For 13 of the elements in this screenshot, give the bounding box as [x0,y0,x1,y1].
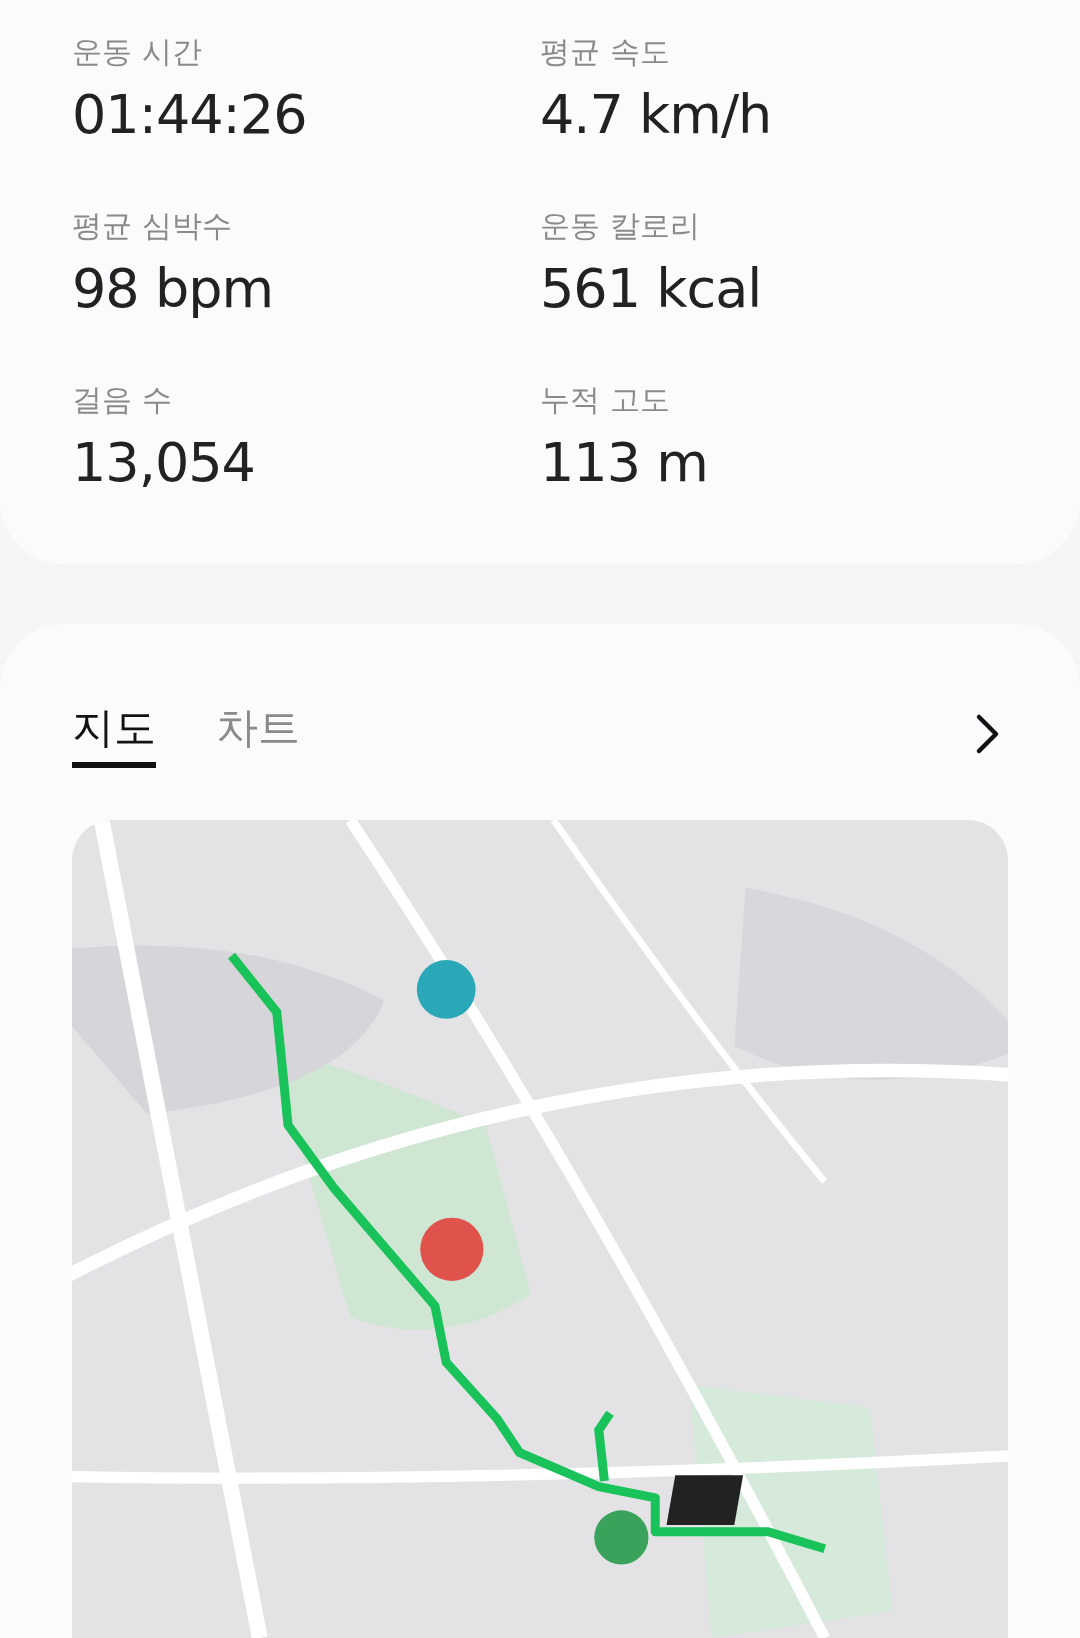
stat-value: 98 bpm [72,257,275,320]
stat-label: 누적 고도 [540,381,671,419]
stat-label: 운동 시간 [72,33,203,71]
stat-label: 평균 속도 [540,33,671,71]
tab[interactable]: 지도 [72,700,156,768]
stat-value: 113 m [540,431,709,494]
stat-value: 13,054 [72,431,256,494]
stat-label: 걸음 수 [72,381,173,419]
stat-label: 평균 심박수 [72,207,233,245]
stat-value: 4.7 km/h [540,83,773,146]
stat-label: 운동 칼로리 [540,207,701,245]
stat-value: 01:44:26 [72,83,308,146]
stat-value: 561 kcal [540,257,763,320]
